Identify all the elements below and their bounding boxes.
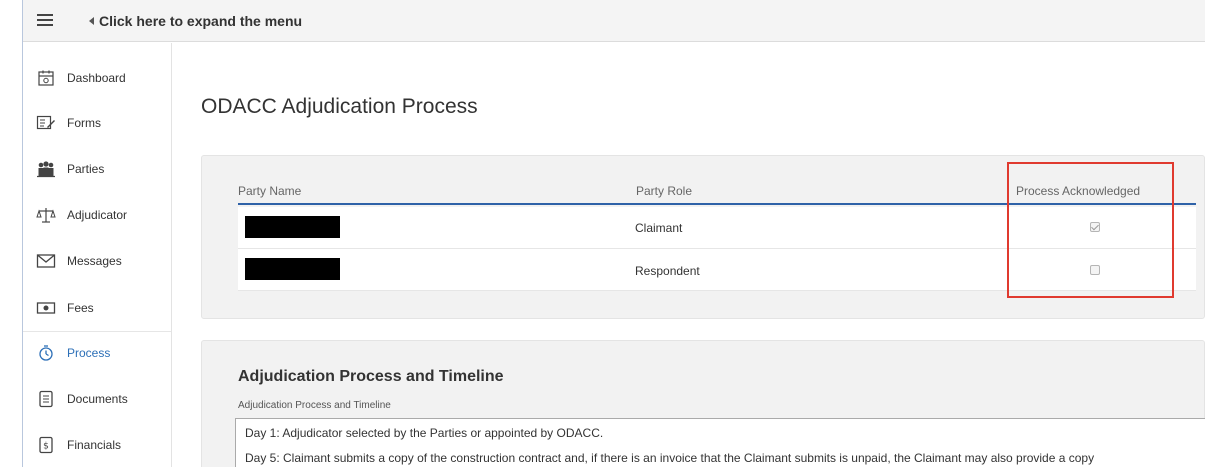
table-row: Respondent — [238, 249, 1196, 291]
sidebar-item-label: Process — [67, 346, 111, 360]
forms-icon — [36, 114, 56, 132]
acknowledged-checkbox[interactable] — [1090, 222, 1100, 232]
timeline-textarea[interactable]: Day 1: Adjudicator selected by the Parti… — [235, 418, 1205, 467]
sidebar-item-forms[interactable]: Forms — [23, 100, 171, 146]
acknowledged-checkbox[interactable] — [1090, 265, 1100, 275]
sidebar-item-process[interactable]: Process — [23, 330, 171, 376]
redacted-party-name — [245, 258, 340, 280]
sidebar-item-messages[interactable]: Messages — [23, 238, 171, 284]
timeline-line: Day 1: Adjudicator selected by the Parti… — [245, 426, 604, 440]
table-header: Party Name Party Role Process Acknowledg… — [238, 172, 1196, 205]
column-header-party-name[interactable]: Party Name — [238, 184, 301, 198]
sidebar-item-label: Forms — [67, 116, 101, 130]
sidebar-item-label: Messages — [67, 254, 122, 268]
money-icon — [36, 299, 56, 317]
party-role-cell: Claimant — [635, 221, 683, 235]
sidebar-item-fees[interactable]: Fees — [23, 285, 171, 331]
outer-margin — [0, 0, 22, 467]
dollar-document-icon: $ — [36, 436, 56, 454]
app-window: Click here to expand the menu Dashboard … — [0, 0, 1205, 467]
sidebar-item-label: Parties — [67, 162, 105, 176]
caret-left-icon — [89, 17, 94, 25]
timeline-panel: Adjudication Process and Timeline Adjudi… — [201, 340, 1205, 467]
expand-menu-label: Click here to expand the menu — [99, 13, 303, 29]
main-content: ODACC Adjudication Process Party Name Pa… — [173, 43, 1205, 467]
table-row: Claimant — [238, 207, 1196, 249]
sidebar-item-label: Financials — [67, 438, 122, 452]
document-icon — [36, 390, 56, 408]
timeline-heading: Adjudication Process and Timeline — [238, 368, 504, 385]
sidebar-item-documents[interactable]: Documents — [23, 376, 171, 422]
sidebar-item-label: Documents — [67, 392, 128, 406]
stopwatch-icon — [36, 344, 56, 362]
scales-icon — [36, 206, 56, 224]
hamburger-menu-icon[interactable] — [37, 13, 53, 27]
svg-text:$: $ — [43, 442, 49, 452]
timeline-field-label: Adjudication Process and Timeline — [238, 400, 391, 411]
sidebar-item-label: Adjudicator — [67, 208, 128, 222]
sidebar-item-dashboard[interactable]: Dashboard — [23, 55, 171, 101]
sidebar-item-financials[interactable]: $ Financials — [23, 422, 171, 467]
expand-menu-link[interactable]: Click here to expand the menu — [89, 13, 302, 29]
timeline-line: Day 5: Claimant submits a copy of the co… — [245, 451, 1095, 465]
page-title: ODACC Adjudication Process — [201, 95, 478, 118]
party-role-cell: Respondent — [635, 264, 700, 278]
column-header-process-acknowledged[interactable]: Process Acknowledged — [1016, 184, 1140, 198]
sidebar-item-label: Fees — [67, 301, 94, 315]
column-header-party-role[interactable]: Party Role — [636, 184, 692, 198]
sidebar: Dashboard Forms Parties Adjudicator Mess… — [23, 43, 172, 467]
calendar-icon — [36, 69, 56, 87]
sidebar-item-adjudicator[interactable]: Adjudicator — [23, 192, 171, 238]
sidebar-item-parties[interactable]: Parties — [23, 146, 171, 192]
redacted-party-name — [245, 216, 340, 238]
parties-panel: Party Name Party Role Process Acknowledg… — [201, 155, 1205, 319]
sidebar-item-label: Dashboard — [67, 71, 126, 85]
people-icon — [36, 160, 56, 178]
top-bar: Click here to expand the menu — [23, 0, 1205, 42]
envelope-icon — [36, 252, 56, 270]
